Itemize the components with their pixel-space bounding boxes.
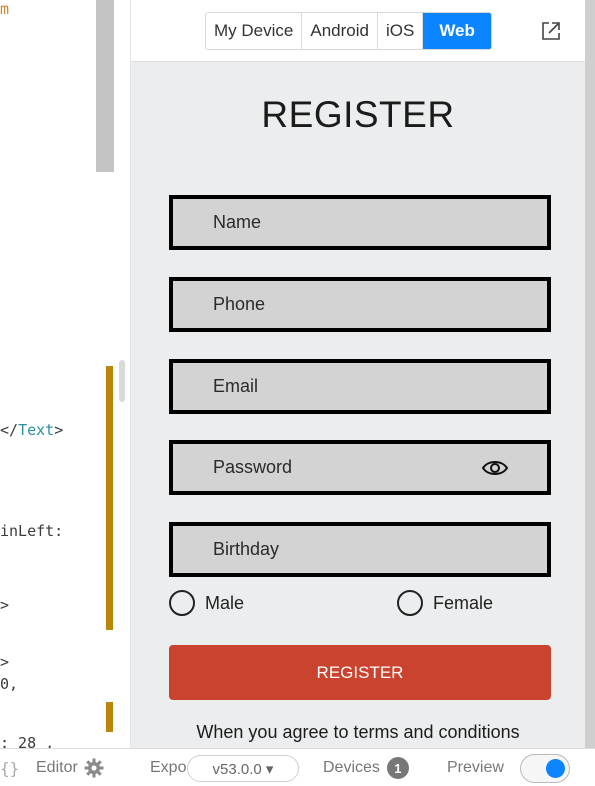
code-text: m bbox=[0, 0, 10, 18]
platform-tabs: My Device Android iOS Web bbox=[205, 12, 492, 50]
tab-my-device[interactable]: My Device bbox=[206, 13, 303, 49]
code-text: </ bbox=[0, 421, 19, 439]
code-tag: Text bbox=[18, 421, 55, 439]
status-bar: {} Editor Expo v53.0.0 ▾ Devices 1 Previ… bbox=[0, 748, 595, 786]
code-text: : 28 , bbox=[0, 734, 55, 748]
password-field[interactable] bbox=[169, 440, 551, 495]
register-button[interactable]: REGISTER bbox=[169, 645, 551, 700]
window-edge bbox=[585, 0, 595, 748]
phone-input[interactable] bbox=[173, 281, 547, 328]
code-text: > bbox=[0, 596, 10, 614]
code-text: inLeft: bbox=[0, 522, 64, 540]
gender-male-option[interactable]: Male bbox=[169, 590, 244, 616]
tab-ios[interactable]: iOS bbox=[378, 13, 424, 49]
terms-text: When you agree to terms and conditions bbox=[196, 722, 520, 742]
code-line: 0, bbox=[0, 675, 18, 693]
braces-icon[interactable]: {} bbox=[0, 749, 19, 786]
email-field[interactable] bbox=[169, 359, 551, 414]
code-editor-pane[interactable]: m </Text> inLeft: > > 0, : 28 , bbox=[0, 0, 131, 748]
code-line: > bbox=[0, 596, 9, 614]
gender-female-option[interactable]: Female bbox=[397, 590, 493, 616]
external-link-icon[interactable] bbox=[540, 20, 562, 42]
preview-toggle[interactable] bbox=[520, 754, 570, 783]
code-line: inLeft: bbox=[0, 522, 63, 540]
radio-female[interactable] bbox=[397, 590, 423, 616]
gear-icon[interactable] bbox=[84, 758, 104, 778]
radio-male[interactable] bbox=[169, 590, 195, 616]
devices-count-badge: 1 bbox=[386, 757, 409, 779]
code-line: </Text> bbox=[0, 421, 63, 439]
code-line: : 28 , bbox=[0, 734, 54, 748]
devices-button[interactable]: Devices 1 bbox=[323, 749, 409, 786]
code-line: > bbox=[0, 653, 9, 671]
radio-label-female: Female bbox=[433, 592, 494, 613]
name-field[interactable] bbox=[169, 195, 551, 250]
birthday-input[interactable] bbox=[173, 526, 547, 573]
preview-label: Preview bbox=[447, 759, 504, 776]
preview-toolbar: My Device Android iOS Web bbox=[131, 0, 585, 62]
devices-label: Devices bbox=[323, 759, 380, 776]
expo-label: Expo bbox=[150, 759, 187, 776]
tab-web[interactable]: Web bbox=[423, 13, 491, 49]
code-text: 0, bbox=[0, 675, 19, 693]
gutter-change-marker bbox=[106, 702, 113, 732]
editor-toggle[interactable]: Editor bbox=[36, 749, 104, 786]
code-text: > bbox=[0, 653, 10, 671]
radio-label-male: Male bbox=[205, 592, 245, 613]
phone-field[interactable] bbox=[169, 277, 551, 332]
birthday-field[interactable] bbox=[169, 522, 551, 577]
email-input[interactable] bbox=[173, 363, 547, 410]
code-line: m bbox=[0, 0, 9, 18]
tab-android[interactable]: Android bbox=[302, 13, 378, 49]
editor-scrollbar-thumb[interactable] bbox=[96, 0, 114, 172]
gutter-change-marker bbox=[106, 366, 113, 630]
code-text: > bbox=[54, 421, 64, 439]
name-input[interactable] bbox=[173, 199, 547, 246]
eye-icon[interactable] bbox=[481, 458, 509, 478]
sdk-version-select[interactable]: v53.0.0 ▾ bbox=[187, 755, 299, 782]
device-preview: My Device Android iOS Web REGISTER Male bbox=[131, 0, 585, 748]
toggle-knob bbox=[546, 759, 565, 778]
page-title: REGISTER bbox=[261, 94, 455, 135]
editor-minimap-scrollbar[interactable] bbox=[119, 360, 125, 402]
editor-label: Editor bbox=[36, 759, 78, 776]
